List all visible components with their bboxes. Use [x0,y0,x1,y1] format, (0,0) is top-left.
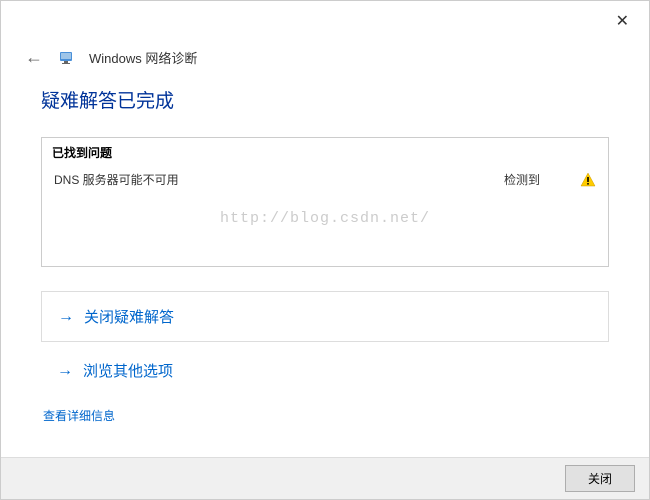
arrow-right-icon: → [57,362,73,380]
close-troubleshooter-label: 关闭疑难解答 [84,306,174,327]
watermark-text: http://blog.csdn.net/ [220,210,430,227]
close-troubleshooter-action[interactable]: → 关闭疑难解答 [41,291,609,342]
back-arrow-icon[interactable]: ← [21,47,47,68]
page-heading: 疑难解答已完成 [41,86,609,113]
window-close-icon[interactable]: ✕ [608,9,637,33]
problems-panel: 已找到问题 DNS 服务器可能不可用 检测到 http://blog.csdn.… [41,137,609,267]
warning-icon [580,172,596,188]
browse-other-label: 浏览其他选项 [83,360,173,381]
view-details-link[interactable]: 查看详细信息 [41,403,117,428]
problems-header: 已找到问题 [42,138,608,165]
app-icon [59,49,77,67]
arrow-right-icon: → [58,308,74,326]
window-title: Windows 网络诊断 [89,48,197,67]
footer: 关闭 [1,457,649,499]
problem-status: 检测到 [504,171,540,188]
header: ← Windows 网络诊断 [1,41,649,86]
problem-row: DNS 服务器可能不可用 检测到 [42,165,608,194]
browse-other-action[interactable]: → 浏览其他选项 [41,348,609,393]
close-button[interactable]: 关闭 [565,465,635,492]
problem-description: DNS 服务器可能不可用 [54,171,504,188]
